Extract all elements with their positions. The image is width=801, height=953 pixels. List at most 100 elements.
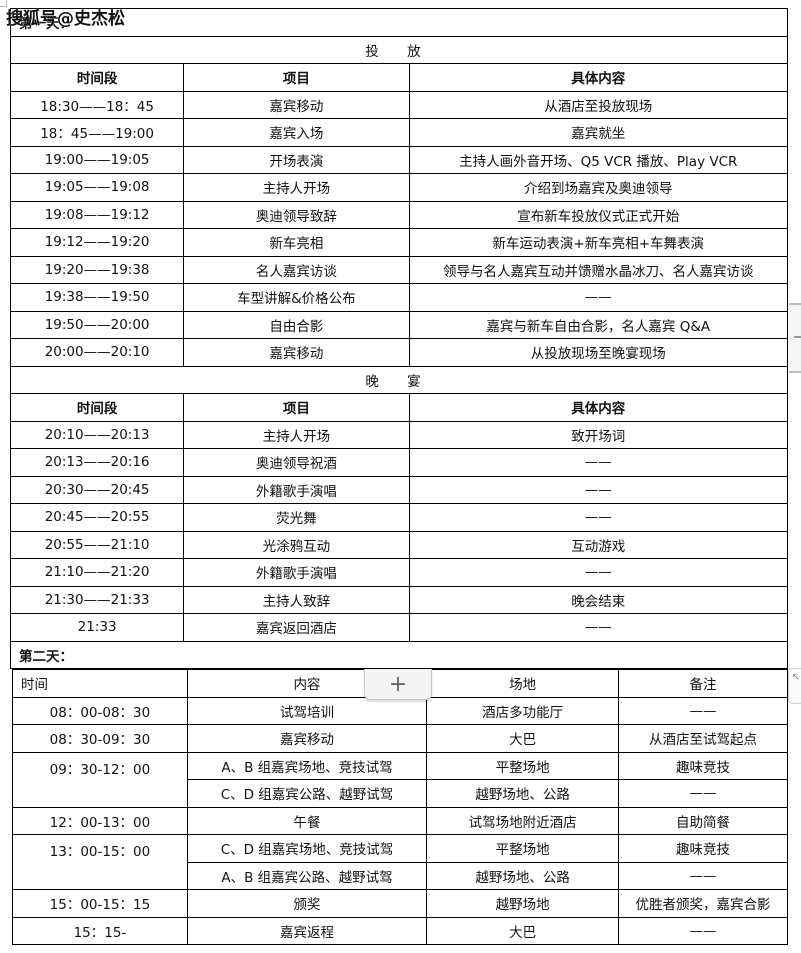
table-row: 19:12——19:20 新车亮相 新车运动表演+新车亮相+车舞表演 bbox=[9, 228, 788, 257]
item-cell: 主持人开场 bbox=[183, 173, 410, 202]
table-row: 21:10——21:20 外籍歌手演唱 —— bbox=[9, 558, 788, 587]
detail-cell: 从酒店至投放现场 bbox=[408, 90, 788, 119]
section-row: 晚 宴 bbox=[10, 365, 788, 394]
table-row: 20:13——20:16 奥迪领导祝酒 —— bbox=[9, 448, 788, 477]
resize-arrow-icon: ↖ bbox=[791, 672, 801, 683]
content-cell: 嘉宾移动 bbox=[186, 724, 428, 753]
table-resize-handle[interactable]: ↖ bbox=[788, 668, 801, 704]
time-cell: 19:38——19:50 bbox=[9, 283, 185, 312]
note-cell: 趣味竞技 bbox=[618, 751, 788, 780]
time-cell: 18:30——18：45 bbox=[9, 90, 185, 119]
venue-cell: 大巴 bbox=[426, 724, 620, 753]
day2-schedule-table: 时间 内容 场地 备注 08：00-08：30 试驾培训 酒店多功能厅 —— 08：30-09：… bbox=[12, 668, 788, 945]
detail-cell: 嘉宾与新车自由合影，名人嘉宾 Q&A bbox=[408, 310, 788, 339]
plus-icon: + bbox=[388, 671, 408, 697]
column-header: 具体内容 bbox=[408, 393, 788, 422]
item-cell: 自由合影 bbox=[183, 310, 410, 339]
table-row: 19:00——19:05 开场表演 主持人画外音开场、Q5 VCR 播放、Play … bbox=[9, 145, 788, 174]
column-header: 项目 bbox=[183, 393, 410, 422]
item-cell: 嘉宾移动 bbox=[183, 338, 410, 367]
table-row: 19:08——19:12 奥迪领导致辞 宣布新车投放仪式正式开始 bbox=[9, 200, 788, 229]
table-row: 20:45——20:55 荧光舞 —— bbox=[9, 503, 788, 532]
add-row-button[interactable]: + bbox=[364, 669, 432, 700]
item-cell: 外籍歌手演唱 bbox=[183, 475, 410, 504]
column-header: 具体内容 bbox=[408, 63, 788, 92]
item-cell: 车型讲解&价格公布 bbox=[183, 283, 410, 312]
table-row: 15：00-15：15 颁奖 越野场地 优胜者颁奖，嘉宾合影 bbox=[12, 889, 788, 918]
table-row: 21:33 嘉宾返回酒店 —— bbox=[9, 613, 788, 642]
note-cell: —— bbox=[618, 861, 788, 890]
item-cell: 荧光舞 bbox=[183, 503, 410, 532]
time-cell: 08：00-08：30 bbox=[12, 696, 188, 725]
time-cell: 13：00-15：00 bbox=[12, 834, 188, 890]
table-row: 20:55——21:10 光涂鸦互动 互动游戏 bbox=[9, 530, 788, 559]
detail-cell: 主持人画外音开场、Q5 VCR 播放、Play VCR bbox=[408, 145, 788, 174]
column-header: 场地 bbox=[426, 668, 620, 698]
table-row: 19:38——19:50 车型讲解&价格公布 —— bbox=[9, 283, 788, 312]
detail-cell: —— bbox=[408, 503, 788, 532]
item-cell: 名人嘉宾访谈 bbox=[183, 255, 410, 284]
time-cell: 21:33 bbox=[9, 613, 185, 642]
side-scroll-handle[interactable] bbox=[789, 303, 801, 373]
note-cell: 优胜者颁奖，嘉宾合影 bbox=[618, 889, 788, 918]
section-row: 投 放 bbox=[10, 35, 788, 64]
watermark: 搜狐号@史杰松 bbox=[6, 9, 125, 29]
day1-schedule-table: 第一天：投 放时间段 项目 具体内容 18:30——18：45 嘉宾移动 从酒店至投放现场… bbox=[9, 8, 788, 669]
detail-cell: 宣布新车投放仪式正式开始 bbox=[408, 200, 788, 229]
table-row: 09：30-12：00 A、B 组嘉宾场地、竞技试驾 平整场地 趣味竞技 bbox=[12, 751, 788, 808]
item-cell: 嘉宾返回酒店 bbox=[183, 613, 410, 642]
content-cell: 嘉宾返程 bbox=[186, 916, 428, 945]
table-row: 13：00-15：00 C、D 组嘉宾场地、竞技试驾 平整场地 趣味竞技 bbox=[12, 834, 788, 890]
note-cell: —— bbox=[618, 916, 788, 945]
venue-cell: 平整场地 bbox=[426, 834, 620, 863]
item-cell: 主持人致辞 bbox=[183, 585, 410, 614]
content-cell: A、B 组嘉宾场地、竞技试驾 bbox=[186, 751, 428, 780]
content-cell: C、D 组嘉宾场地、竞技试驾 bbox=[186, 834, 428, 863]
content-cell: C、D 组嘉宾公路、越野试驾 bbox=[186, 779, 428, 808]
time-cell: 12：00-13：00 bbox=[12, 806, 188, 835]
time-cell: 19:12——19:20 bbox=[9, 228, 185, 257]
header-row: 时间段 项目 具体内容 bbox=[9, 63, 788, 92]
item-cell: 奥迪领导致辞 bbox=[183, 200, 410, 229]
detail-cell: —— bbox=[408, 613, 788, 642]
column-header: 项目 bbox=[183, 63, 410, 92]
note-cell: 趣味竞技 bbox=[618, 834, 788, 863]
content-cell: 午餐 bbox=[186, 806, 428, 835]
venue-cell: 越野场地、公路 bbox=[426, 861, 620, 890]
section-title: 晚 宴 bbox=[10, 365, 788, 394]
time-cell: 20:00——20:10 bbox=[9, 338, 185, 367]
detail-cell: 介绍到场嘉宾及奥迪领导 bbox=[408, 173, 788, 202]
time-cell: 19:20——19:38 bbox=[9, 255, 185, 284]
time-cell: 15：15- bbox=[12, 916, 188, 945]
time-cell: 18：45——19:00 bbox=[9, 118, 185, 147]
content-cell: 试驾培训 bbox=[186, 696, 428, 725]
time-cell: 19:50——20:00 bbox=[9, 310, 185, 339]
table-row: 08：30-09：30 嘉宾移动 大巴 从酒店至试驾起点 bbox=[12, 724, 788, 753]
detail-cell: 互动游戏 bbox=[408, 530, 788, 559]
detail-cell: 晚会结束 bbox=[408, 585, 788, 614]
table-row: 20:00——20:10 嘉宾移动 从投放现场至晚宴现场 bbox=[9, 338, 788, 367]
table-row: 20:30——20:45 外籍歌手演唱 —— bbox=[9, 475, 788, 504]
time-cell: 09：30-12：00 bbox=[12, 751, 188, 808]
detail-cell: 嘉宾就坐 bbox=[408, 118, 788, 147]
time-cell: 19:05——19:08 bbox=[9, 173, 185, 202]
venue-cell: 试驾场地附近酒店 bbox=[426, 806, 620, 835]
minus-icon bbox=[794, 336, 801, 338]
venue-cell: 酒店多功能厅 bbox=[426, 696, 620, 725]
item-cell: 奥迪领导祝酒 bbox=[183, 448, 410, 477]
detail-cell: 从投放现场至晚宴现场 bbox=[408, 338, 788, 367]
column-header: 时间段 bbox=[9, 393, 185, 422]
column-header: 备注 bbox=[618, 668, 788, 698]
column-header: 时间 bbox=[12, 668, 188, 698]
section-title: 投 放 bbox=[10, 35, 788, 64]
item-cell: 嘉宾移动 bbox=[183, 90, 410, 119]
time-cell: 21:30——21:33 bbox=[9, 585, 185, 614]
time-cell: 21:10——21:20 bbox=[9, 558, 185, 587]
table-row: 18:30——18：45 嘉宾移动 从酒店至投放现场 bbox=[9, 90, 788, 119]
table-row: 20:10——20:13 主持人开场 致开场词 bbox=[9, 420, 788, 449]
time-cell: 20:10——20:13 bbox=[9, 420, 185, 449]
column-header: 时间段 bbox=[9, 63, 185, 92]
note-cell: —— bbox=[618, 696, 788, 725]
table-row: 15：15- 嘉宾返程 大巴 —— bbox=[12, 916, 788, 945]
table-row: 19:20——19:38 名人嘉宾访谈 领导与名人嘉宾互动并馈赠水晶冰刀、名人嘉宾访… bbox=[9, 255, 788, 284]
